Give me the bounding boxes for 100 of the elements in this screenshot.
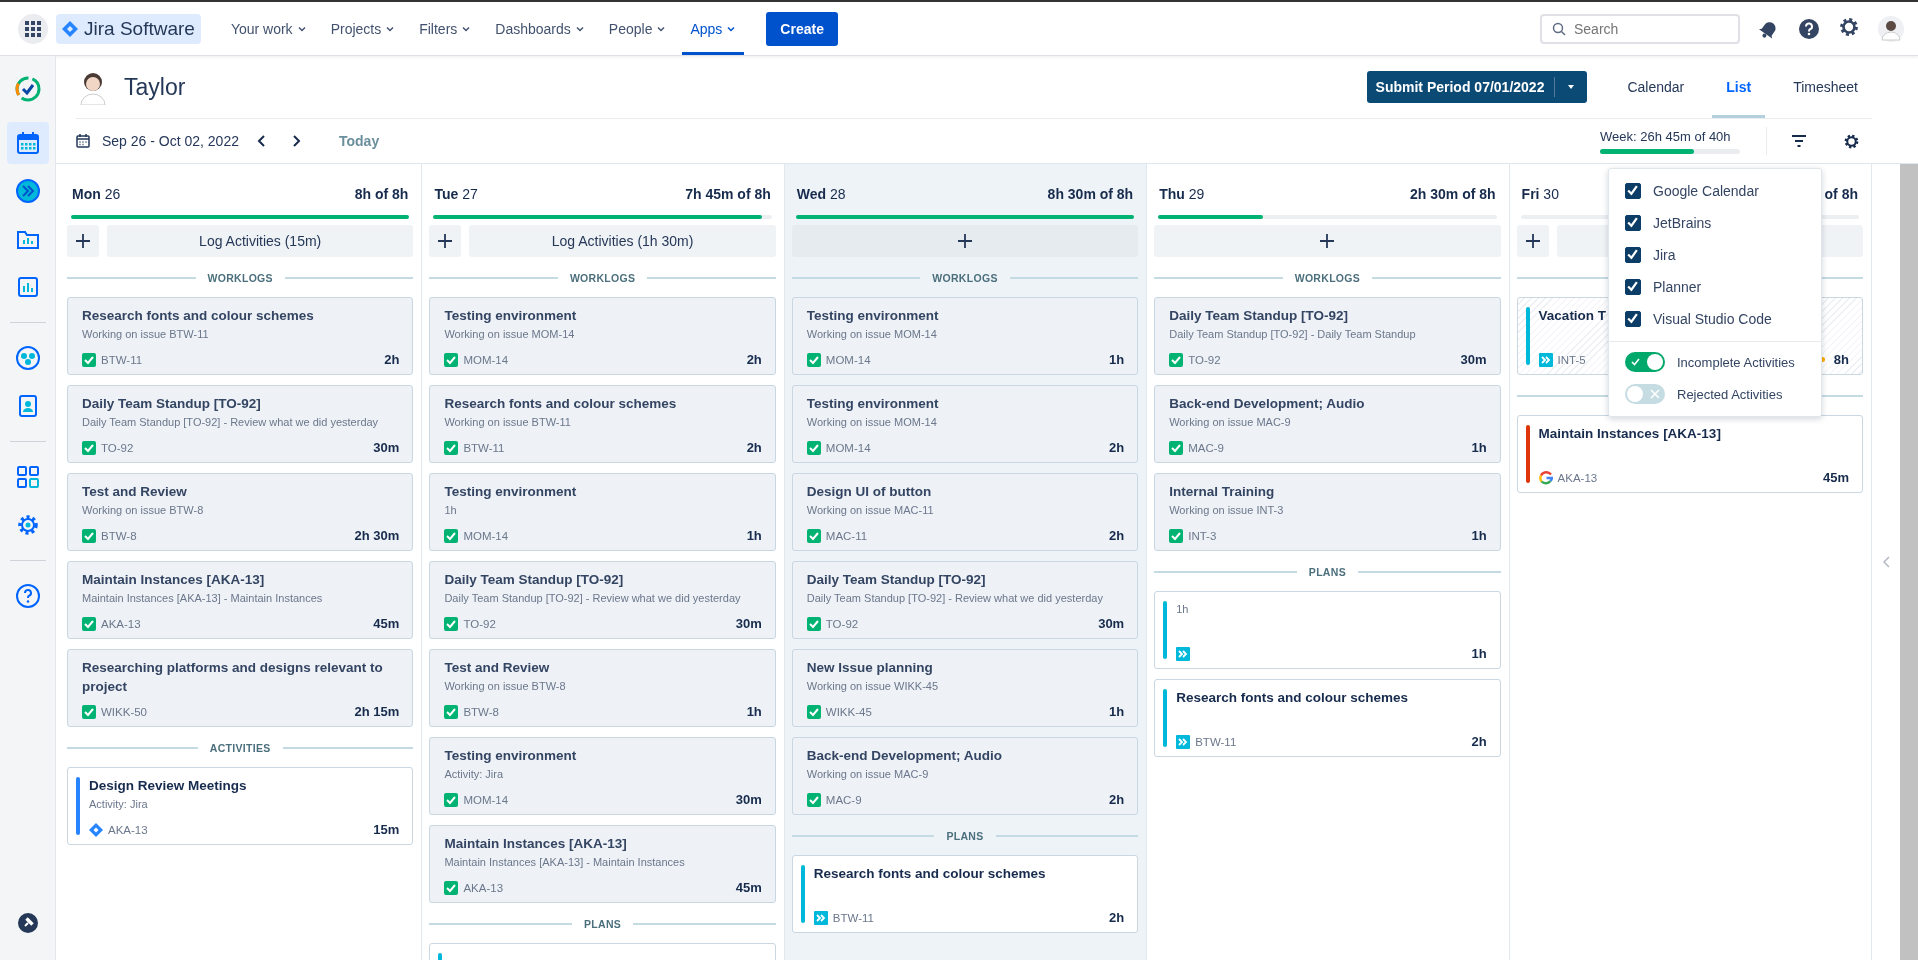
plus-icon [1524,233,1541,249]
worklog-card[interactable]: Researching platforms and designs relevant to project WIKK-50 2h 15m [67,649,414,727]
worklog-card[interactable]: Testing environment Working on issue MOM-14 MOM-14 2h [791,385,1139,463]
worklog-card[interactable]: Test and Review Working on issue BTW-8 BTW-8 1h [429,649,776,727]
section-heading: WORKLOGS [1294,272,1361,284]
day-total: 2h 30m of 8h [1410,186,1496,202]
duration: 2h [1109,792,1125,807]
card-title: Back-end Development; Audio [1169,395,1365,413]
search-field[interactable]: Search [1540,13,1740,44]
card-title: Research fonts and colour schemes [1176,689,1408,707]
checkbox[interactable] [1625,311,1641,327]
add-button[interactable] [67,225,99,257]
worklog-card[interactable]: Internal Training Working on issue INT-3 INT-3 1h [1154,473,1501,551]
duration: 1h [1109,352,1125,367]
worklog-card[interactable]: Testing environment Working on issue MOM-14 MOM-14 1h [791,297,1139,375]
worklog-card[interactable]: Design UI of button Working on issue MAC-11 MAC-11 2h [791,473,1139,551]
issue-key: TO-92 [1188,353,1221,366]
view-tab[interactable]: Timesheet [1779,56,1872,118]
worklog-card[interactable]: Back-end Development; Audio Working on issue MAC-9 MAC-9 2h [791,737,1139,815]
plan-card[interactable]: Research fonts and colour schemes BTW-11 2h [1154,679,1501,757]
worklog-card[interactable]: Daily Team Standup [TO-92] Daily Team Standup [TO-92] - Daily Team Standup TO-92 30m [1154,297,1501,375]
checkbox-icon [444,440,459,455]
section-heading: WORKLOGS [569,272,636,284]
user-avatar[interactable] [1878,15,1904,42]
view-tab[interactable]: Calendar [1613,56,1699,118]
settings-icon[interactable] [1838,15,1860,38]
search-icon [1552,21,1566,36]
card-subtitle: 1h [1176,602,1189,617]
worklog-card[interactable]: Back-end Development; Audio Working on issue MAC-9 MAC-9 1h [1154,385,1501,463]
app-grid-icon[interactable] [18,13,48,44]
duration: 1h [1471,646,1487,661]
checkbox[interactable] [1625,247,1641,263]
nav-menu-item[interactable]: Apps [682,2,745,55]
duration: 30m [373,440,400,455]
duration: 1h [746,704,762,719]
double-chevron-icon [1538,352,1553,367]
duration: 2h [1109,440,1125,455]
toggle-switch[interactable] [1625,384,1665,404]
nav-menu-item[interactable]: Dashboards [487,2,593,55]
worklog-card[interactable]: Daily Team Standup [TO-92] Daily Team Standup [TO-92] - Review what we did yesterday TO-92 30m [791,561,1139,639]
nav-menu-item[interactable]: Projects [322,2,404,55]
event-card[interactable]: Maintain Instances [AKA-13] AKA-13 45m [1516,415,1863,493]
activity-card[interactable]: Design Review Meetings Activity: Jira AKA-13 15m [67,767,414,845]
worklog-card[interactable]: Research fonts and colour schemes Working on issue BTW-11 BTW-11 2h [429,385,776,463]
plus-icon [75,233,91,249]
worklog-card[interactable]: Daily Team Standup [TO-92] Daily Team Standup [TO-92] - Review what we did yesterday TO-92 30m [67,385,414,463]
issue-key: MAC-11 [825,529,868,542]
card-subtitle: Working on issue BTW-8 [82,503,204,518]
week-total: Week: 26h 45m of 40h [1600,128,1732,144]
submit-period-button[interactable]: Submit Period 07/01/2022 [1366,71,1588,103]
duration: 15m [373,822,400,837]
checkbox[interactable] [1625,183,1641,199]
card-title: Daily Team Standup [TO-92] [806,571,986,589]
worklog-card[interactable]: Testing environment Activity: Jira MOM-14 30m [429,737,776,815]
scrollbar[interactable] [1900,164,1918,960]
worklog-card[interactable]: Test and Review Working on issue BTW-8 BTW-8 2h 30m [67,473,414,551]
nav-menu-item[interactable]: Filters [411,2,480,55]
duration: 2h [1109,528,1125,543]
checkbox-icon [444,704,459,719]
calendar-icon[interactable] [6,122,49,164]
worklog-card[interactable]: Testing environment 1h MOM-14 1h [429,473,776,551]
card-subtitle: Daily Team Standup [TO-92] - Review what we did yesterday [806,591,1103,606]
issue-key: INT-5 [1557,353,1586,366]
worklog-card[interactable]: Testing environment Working on issue MOM-14 MOM-14 2h [429,297,776,375]
settings-icon[interactable] [1843,132,1860,150]
checkbox-icon [444,352,459,367]
checkbox[interactable] [1625,279,1641,295]
worklog-card[interactable]: Daily Team Standup [TO-92] Daily Team Standup [TO-92] - Review what we did yesterday TO-92 30m [429,561,776,639]
plan-card[interactable]: 1h 1h [1154,591,1501,669]
nav-menu-item[interactable]: Your work [222,2,315,55]
worklog-card[interactable]: New Issue planning Working on issue WIKK-45 WIKK-45 1h [791,649,1139,727]
checkbox-icon [82,528,96,543]
log-activities-button[interactable]: Log Activities (15m) [107,225,414,257]
worklog-card[interactable]: Maintain Instances [AKA-13] Maintain Instances [AKA-13] - Maintain Instances AKA-13 45m [67,561,414,639]
help-icon[interactable] [1798,17,1820,40]
card-title: Back-end Development; Audio [806,747,1003,765]
issue-key: MOM-14 [825,441,871,454]
product-logo[interactable]: Jira Software [56,13,201,44]
duration: 2h 15m [354,704,400,719]
log-activities-button[interactable]: Log Activities (1h 30m) [469,225,776,257]
checkbox-icon [444,792,459,807]
nav-menu-item[interactable]: People [600,2,675,55]
filter-icon[interactable] [1791,134,1807,148]
card-title: Research fonts and colour schemes [813,865,1046,883]
plan-card[interactable]: Research fonts and colour schemes BTW-11 2h [791,855,1139,933]
source-label: Google Calendar [1653,183,1759,199]
card-title: Research fonts and colour schemes [444,395,677,413]
worklog-card[interactable]: Research fonts and colour schemes Working on issue BTW-11 BTW-11 2h [67,297,414,375]
double-chevron-icon [813,910,828,925]
checkbox[interactable] [1625,215,1641,231]
view-tab[interactable]: List [1712,56,1766,118]
add-button[interactable] [429,225,462,257]
card-title: Researching platforms and designs relevant to project [82,659,384,696]
add-button[interactable] [1516,225,1549,257]
duration: 30m [735,792,762,807]
checkbox-icon [82,616,96,631]
toggle-switch[interactable] [1625,352,1665,372]
worklog-card[interactable]: Maintain Instances [AKA-13] Maintain Instances [AKA-13] - Maintain Instances AKA-13 45m [429,825,776,903]
duration: 30m [1098,616,1125,631]
create-button[interactable]: Create [766,11,838,46]
